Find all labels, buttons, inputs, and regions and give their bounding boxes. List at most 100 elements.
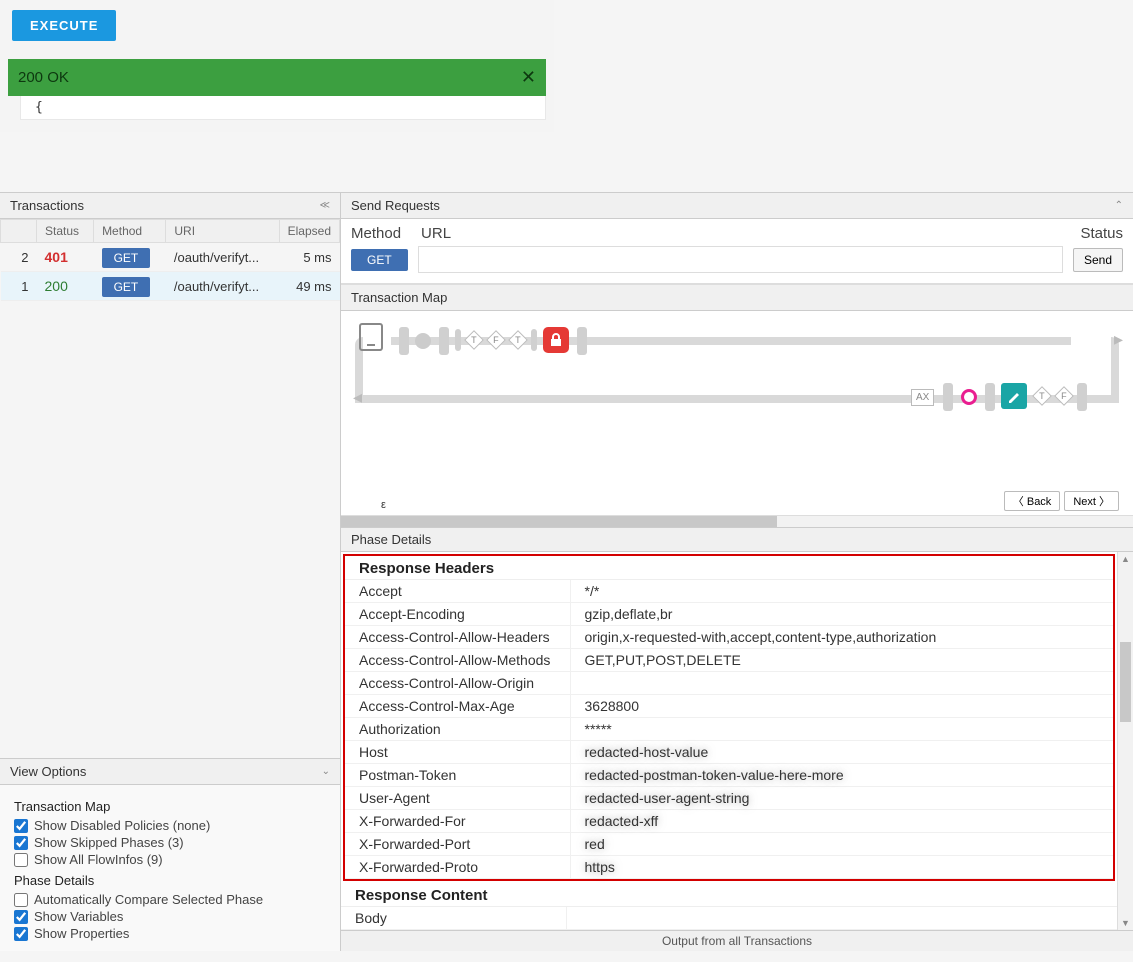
transaction-row[interactable]: 1 200 GET /oauth/verifyt... 49 ms bbox=[1, 272, 340, 301]
header-name: Access-Control-Allow-Methods bbox=[345, 649, 570, 672]
view-option-checkbox[interactable]: Show All FlowInfos (9) bbox=[14, 852, 326, 867]
header-name: Access-Control-Allow-Origin bbox=[345, 672, 570, 695]
send-button[interactable]: Send bbox=[1073, 248, 1123, 272]
status-banner: 200 OK ✕ bbox=[8, 59, 546, 96]
send-requests-header: Send Requests ⌃ bbox=[341, 193, 1133, 219]
view-option-checkbox[interactable]: Automatically Compare Selected Phase bbox=[14, 892, 326, 907]
uri-cell: /oauth/verifyt... bbox=[166, 243, 279, 272]
horizontal-scrollbar[interactable] bbox=[341, 515, 1133, 527]
method-badge[interactable]: GET bbox=[351, 249, 408, 271]
transactions-title: Transactions bbox=[10, 198, 84, 213]
phase-tick-icon[interactable] bbox=[577, 327, 587, 355]
checkbox-input[interactable] bbox=[14, 927, 28, 941]
phase-tick-icon[interactable] bbox=[399, 327, 409, 355]
body-label: Body bbox=[341, 907, 566, 930]
checkbox-label: Show Properties bbox=[34, 926, 129, 941]
checkbox-label: Show All FlowInfos (9) bbox=[34, 852, 163, 867]
phase-tick-icon[interactable] bbox=[531, 329, 537, 351]
header-row: X-Forwarded-Protohttps bbox=[345, 856, 1113, 879]
status-text: 200 OK bbox=[18, 69, 69, 86]
execute-button[interactable]: EXECUTE bbox=[12, 10, 116, 41]
header-value: GET,PUT,POST,DELETE bbox=[570, 649, 1113, 672]
col-elapsed[interactable]: Elapsed bbox=[279, 220, 339, 243]
header-value: https bbox=[570, 856, 1113, 879]
phase-tick-icon[interactable] bbox=[943, 383, 953, 411]
view-option-checkbox[interactable]: Show Disabled Policies (none) bbox=[14, 818, 326, 833]
collapse-viewopts-icon[interactable]: ⌄ bbox=[322, 766, 330, 777]
header-name: Authorization bbox=[345, 718, 570, 741]
right-column: Send Requests ⌃ Method URL Status GET Se… bbox=[340, 193, 1133, 951]
collapse-left-icon[interactable]: ≪ bbox=[320, 200, 330, 211]
transaction-row[interactable]: 2 401 GET /oauth/verifyt... 5 ms bbox=[1, 243, 340, 272]
view-option-checkbox[interactable]: Show Properties bbox=[14, 926, 326, 941]
elapsed-cell: 49 ms bbox=[279, 272, 339, 301]
client-device-icon bbox=[359, 323, 383, 351]
lock-icon[interactable] bbox=[543, 327, 569, 353]
header-name: Host bbox=[345, 741, 570, 764]
header-value: */* bbox=[570, 580, 1113, 603]
header-name: Accept bbox=[345, 580, 570, 603]
method-badge: GET bbox=[102, 248, 151, 268]
transactions-table: Status Method URI Elapsed 2 401 GET /oau… bbox=[0, 219, 340, 301]
status-code: 200 bbox=[45, 278, 68, 294]
header-name: Postman-Token bbox=[345, 764, 570, 787]
transaction-map[interactable]: T F T ▸ AX T F ◂ bbox=[341, 311, 1133, 491]
header-value: gzip,deflate,br bbox=[570, 603, 1113, 626]
header-value: redacted-host-value bbox=[570, 741, 1113, 764]
arrow-right-icon: ▸ bbox=[1114, 329, 1123, 350]
header-name: X-Forwarded-Proto bbox=[345, 856, 570, 879]
checkbox-input[interactable] bbox=[14, 853, 28, 867]
checkbox-input[interactable] bbox=[14, 819, 28, 833]
pink-circle-icon[interactable] bbox=[961, 389, 977, 405]
condition-icon[interactable]: T bbox=[464, 330, 484, 350]
header-name: User-Agent bbox=[345, 787, 570, 810]
checkbox-input[interactable] bbox=[14, 836, 28, 850]
phase-tick-icon[interactable] bbox=[1077, 383, 1087, 411]
checkbox-input[interactable] bbox=[14, 893, 28, 907]
phase-tick-icon[interactable] bbox=[455, 329, 461, 351]
response-body-preview: { bbox=[20, 96, 546, 120]
header-value: 3628800 bbox=[570, 695, 1113, 718]
view-options-panel: View Options ⌄ Transaction Map Show Disa… bbox=[0, 758, 340, 951]
phase-tick-icon[interactable] bbox=[439, 327, 449, 355]
condition-icon[interactable]: F bbox=[486, 330, 506, 350]
col-status[interactable]: Status bbox=[37, 220, 94, 243]
send-requests-title: Send Requests bbox=[351, 198, 440, 213]
phase-dot-icon[interactable] bbox=[415, 333, 431, 349]
edit-icon[interactable] bbox=[1001, 383, 1027, 409]
view-options-title: View Options bbox=[10, 764, 86, 779]
header-value bbox=[570, 672, 1113, 695]
phase-tick-icon[interactable] bbox=[985, 383, 995, 411]
col-method[interactable]: Method bbox=[94, 220, 166, 243]
phase-details-body: Response Headers Accept*/*Accept-Encodin… bbox=[341, 552, 1117, 930]
header-value: redacted-xff bbox=[570, 810, 1113, 833]
vertical-scrollbar[interactable]: ▲ ▼ bbox=[1117, 552, 1133, 930]
view-option-checkbox[interactable]: Show Skipped Phases (3) bbox=[14, 835, 326, 850]
next-button[interactable]: Next 〉 bbox=[1064, 491, 1119, 511]
view-option-checkbox[interactable]: Show Variables bbox=[14, 909, 326, 924]
condition-icon[interactable]: T bbox=[508, 330, 528, 350]
close-icon[interactable]: ✕ bbox=[521, 67, 536, 88]
collapse-send-icon[interactable]: ⌃ bbox=[1115, 200, 1123, 211]
header-value: ***** bbox=[570, 718, 1113, 741]
header-row: Postman-Tokenredacted-postman-token-valu… bbox=[345, 764, 1113, 787]
checkbox-input[interactable] bbox=[14, 910, 28, 924]
header-row: Authorization***** bbox=[345, 718, 1113, 741]
url-input[interactable] bbox=[418, 246, 1063, 273]
status-label: Status bbox=[1080, 225, 1123, 242]
tmap-nav: ε 〈 Back Next 〉 bbox=[341, 491, 1133, 515]
header-name: Access-Control-Max-Age bbox=[345, 695, 570, 718]
header-row: Access-Control-Allow-Origin bbox=[345, 672, 1113, 695]
col-uri[interactable]: URI bbox=[166, 220, 279, 243]
header-row: Hostredacted-host-value bbox=[345, 741, 1113, 764]
header-row: Access-Control-Allow-MethodsGET,PUT,POST… bbox=[345, 649, 1113, 672]
main-split: Transactions ≪ Status Method URI Elapsed… bbox=[0, 192, 1133, 951]
vo-pd-heading: Phase Details bbox=[14, 873, 326, 888]
header-name: Accept-Encoding bbox=[345, 603, 570, 626]
ax-node[interactable]: AX bbox=[911, 389, 934, 406]
method-badge: GET bbox=[102, 277, 151, 297]
back-button[interactable]: 〈 Back bbox=[1004, 491, 1061, 511]
url-label: URL bbox=[421, 225, 451, 242]
epsilon-label: ε bbox=[355, 499, 386, 511]
uri-cell: /oauth/verifyt... bbox=[166, 272, 279, 301]
